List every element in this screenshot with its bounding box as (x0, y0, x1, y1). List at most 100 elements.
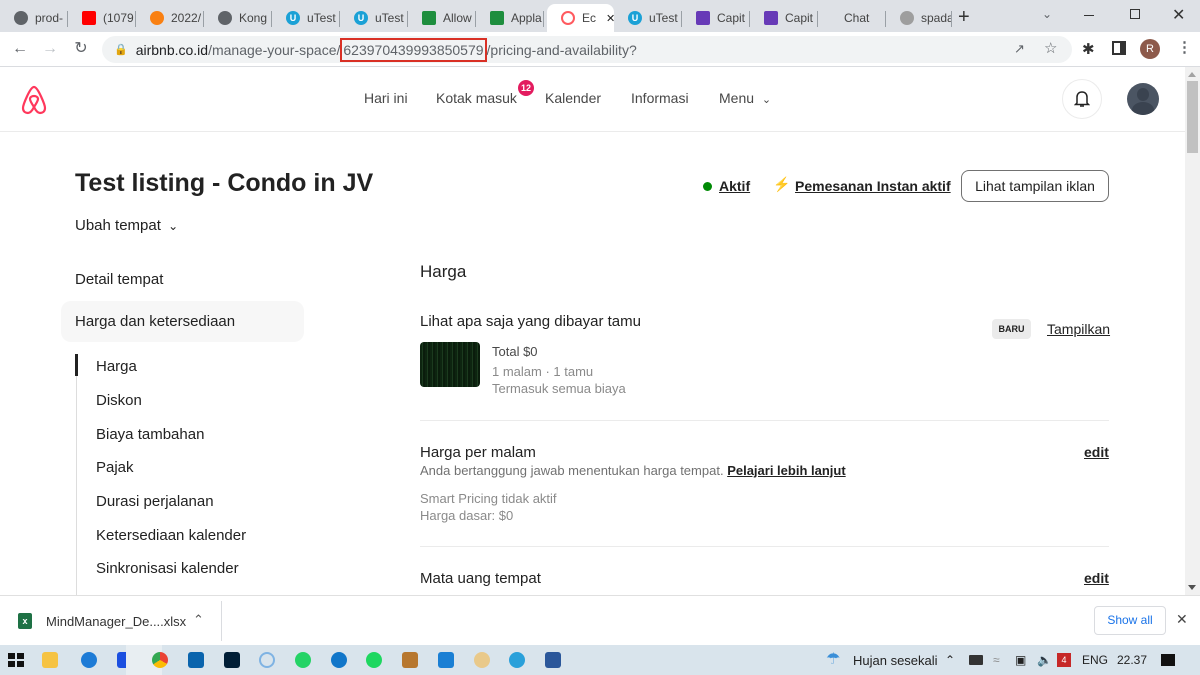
url-path-end: /pricing-and-availability? (486, 41, 637, 58)
sidebar-item-listing-details[interactable]: Detail tempat (75, 271, 163, 288)
airbnb-logo-icon[interactable] (20, 85, 48, 115)
bookmark-star-icon[interactable]: ☆ (1044, 39, 1057, 57)
listing-status-link[interactable]: Aktif (719, 178, 750, 194)
section-divider (420, 546, 1109, 547)
browser-tab[interactable]: Capit (750, 4, 818, 32)
chevron-up-icon[interactable]: ⌃ (193, 612, 204, 628)
back-icon[interactable]: ← (9, 38, 31, 60)
media-player-icon[interactable] (438, 652, 454, 668)
browser-tab[interactable]: prod- (0, 4, 68, 32)
nav-calendar[interactable]: Kalender (545, 90, 601, 106)
page-scrollbar[interactable] (1185, 67, 1200, 595)
paint-icon[interactable] (474, 652, 490, 668)
whatsapp-icon[interactable] (295, 652, 311, 668)
nav-menu[interactable]: Menu ⌄ (719, 90, 771, 106)
close-download-bar-icon[interactable]: ✕ (1176, 611, 1188, 628)
browser-tab-label: Kong (239, 11, 268, 25)
download-file-name[interactable]: MindManager_De....xlsx (46, 614, 186, 629)
nav-inbox[interactable]: Kotak masuk (436, 90, 517, 106)
new-tab-button[interactable]: + (958, 6, 970, 29)
word-icon[interactable] (545, 652, 561, 668)
chrome-icon[interactable] (152, 652, 168, 668)
airbnb-icon (561, 11, 575, 25)
learn-more-link[interactable]: Pelajari lebih lanjut (727, 463, 845, 478)
subnav-item-extra-fees[interactable]: Biaya tambahan (96, 426, 204, 443)
action-center-icon[interactable] (1161, 654, 1175, 666)
download-bar: x MindManager_De....xlsx ⌃ Show all ✕ (0, 595, 1200, 645)
subnav-item-calendar-availability[interactable]: Ketersediaan kalender (96, 527, 246, 544)
profile-avatar[interactable]: R (1140, 39, 1160, 59)
tab-search-icon[interactable]: ⌄ (1042, 7, 1052, 21)
reload-icon[interactable]: ↻ (70, 38, 92, 60)
browser-tab[interactable]: 2022/ (136, 4, 204, 32)
instant-booking-link[interactable]: Pemesanan Instan aktif (795, 178, 951, 194)
volume-icon[interactable]: 🔈 (1037, 653, 1052, 667)
browser-tab[interactable]: UuTest (614, 4, 682, 32)
close-tab-icon[interactable]: ✕ (606, 12, 614, 25)
nav-insights[interactable]: Informasi (631, 90, 689, 106)
url-bar[interactable]: 🔒 airbnb.co.id /manage-your-space/ 62397… (102, 36, 1072, 63)
photoshop-icon[interactable] (224, 652, 240, 668)
nightly-price-title: Harga per malam (420, 444, 536, 461)
scroll-down-arrow-icon[interactable] (1188, 585, 1196, 590)
cortana-icon[interactable] (259, 652, 275, 668)
telegram-icon[interactable] (509, 652, 525, 668)
scroll-up-arrow-icon[interactable] (1188, 72, 1196, 77)
subnav-item-trip-length[interactable]: Durasi perjalanan (96, 493, 214, 510)
browser-tab[interactable]: spada (886, 4, 952, 32)
battery-icon[interactable] (969, 655, 983, 665)
subnav-item-discounts[interactable]: Diskon (96, 392, 142, 409)
browser-tab[interactable]: Appla (476, 4, 544, 32)
restore-button[interactable] (1130, 9, 1140, 19)
close-window-button[interactable]: ✕ (1172, 5, 1185, 25)
subnav-rail (76, 354, 77, 595)
browser-tab[interactable]: UuTest (272, 4, 340, 32)
browser-menu-icon[interactable]: ⋮ (1177, 38, 1192, 56)
show-guest-price-link[interactable]: Tampilkan (1047, 321, 1110, 337)
camera-icon[interactable]: ▣ (1015, 653, 1026, 667)
side-panel-icon[interactable] (1112, 41, 1126, 55)
edge-icon[interactable] (81, 652, 97, 668)
forward-icon[interactable]: → (39, 38, 61, 60)
show-all-downloads-button[interactable]: Show all (1094, 606, 1166, 635)
share-icon[interactable]: ↗ (1014, 41, 1025, 57)
browser-tab[interactable]: Allow (408, 4, 476, 32)
extensions-icon[interactable]: ✱ (1082, 40, 1095, 58)
subnav-item-taxes[interactable]: Pajak (96, 459, 134, 476)
mail-icon[interactable] (188, 652, 204, 668)
browser-tab[interactable]: Ec ✕ (547, 4, 614, 32)
input-language[interactable]: ENG (1082, 653, 1108, 667)
tray-chevron-up-icon[interactable]: ⌃ (945, 653, 955, 667)
file-explorer-icon[interactable] (42, 652, 58, 668)
wifi-icon[interactable]: ≈ (993, 653, 1000, 667)
system-clock[interactable]: 22.37 (1117, 653, 1147, 667)
spotify-icon[interactable] (366, 652, 382, 668)
browser-tab[interactable]: (1079 (68, 4, 136, 32)
download-divider (221, 601, 222, 641)
edit-currency-link[interactable]: edit (1084, 570, 1109, 586)
browser-tab[interactable]: Capit (682, 4, 750, 32)
subnav-item-pricing[interactable]: Harga (96, 358, 137, 375)
view-listing-button[interactable]: Lihat tampilan iklan (961, 170, 1109, 202)
browser-tab-label: Ec (582, 11, 597, 25)
notification-app-icon[interactable]: 4 (1057, 653, 1071, 667)
notifications-button[interactable] (1062, 79, 1102, 119)
windows-start-icon[interactable] (8, 653, 24, 667)
subnav-item-calendar-sync[interactable]: Sinkronisasi kalender (96, 560, 239, 577)
minimize-button[interactable] (1084, 15, 1094, 16)
scrollbar-thumb[interactable] (1187, 81, 1198, 153)
weather-text[interactable]: Hujan sesekali (853, 653, 938, 668)
globe-icon (14, 11, 28, 25)
switch-listing-dropdown[interactable]: Ubah tempat ⌄ (75, 217, 178, 234)
browser-tab-label: uTest (307, 11, 336, 25)
listing-currency-title: Mata uang tempat (420, 570, 541, 587)
browser-tab[interactable]: Chat (818, 4, 886, 32)
edge-icon[interactable] (331, 652, 347, 668)
app-icon[interactable] (402, 652, 418, 668)
nav-today[interactable]: Hari ini (364, 90, 408, 106)
edit-nightly-price-link[interactable]: edit (1084, 444, 1109, 460)
browser-tab[interactable]: UuTest (340, 4, 408, 32)
browser-tab[interactable]: Kong (204, 4, 272, 32)
user-avatar[interactable] (1123, 79, 1163, 119)
guest-total: Total $0 (492, 344, 538, 359)
